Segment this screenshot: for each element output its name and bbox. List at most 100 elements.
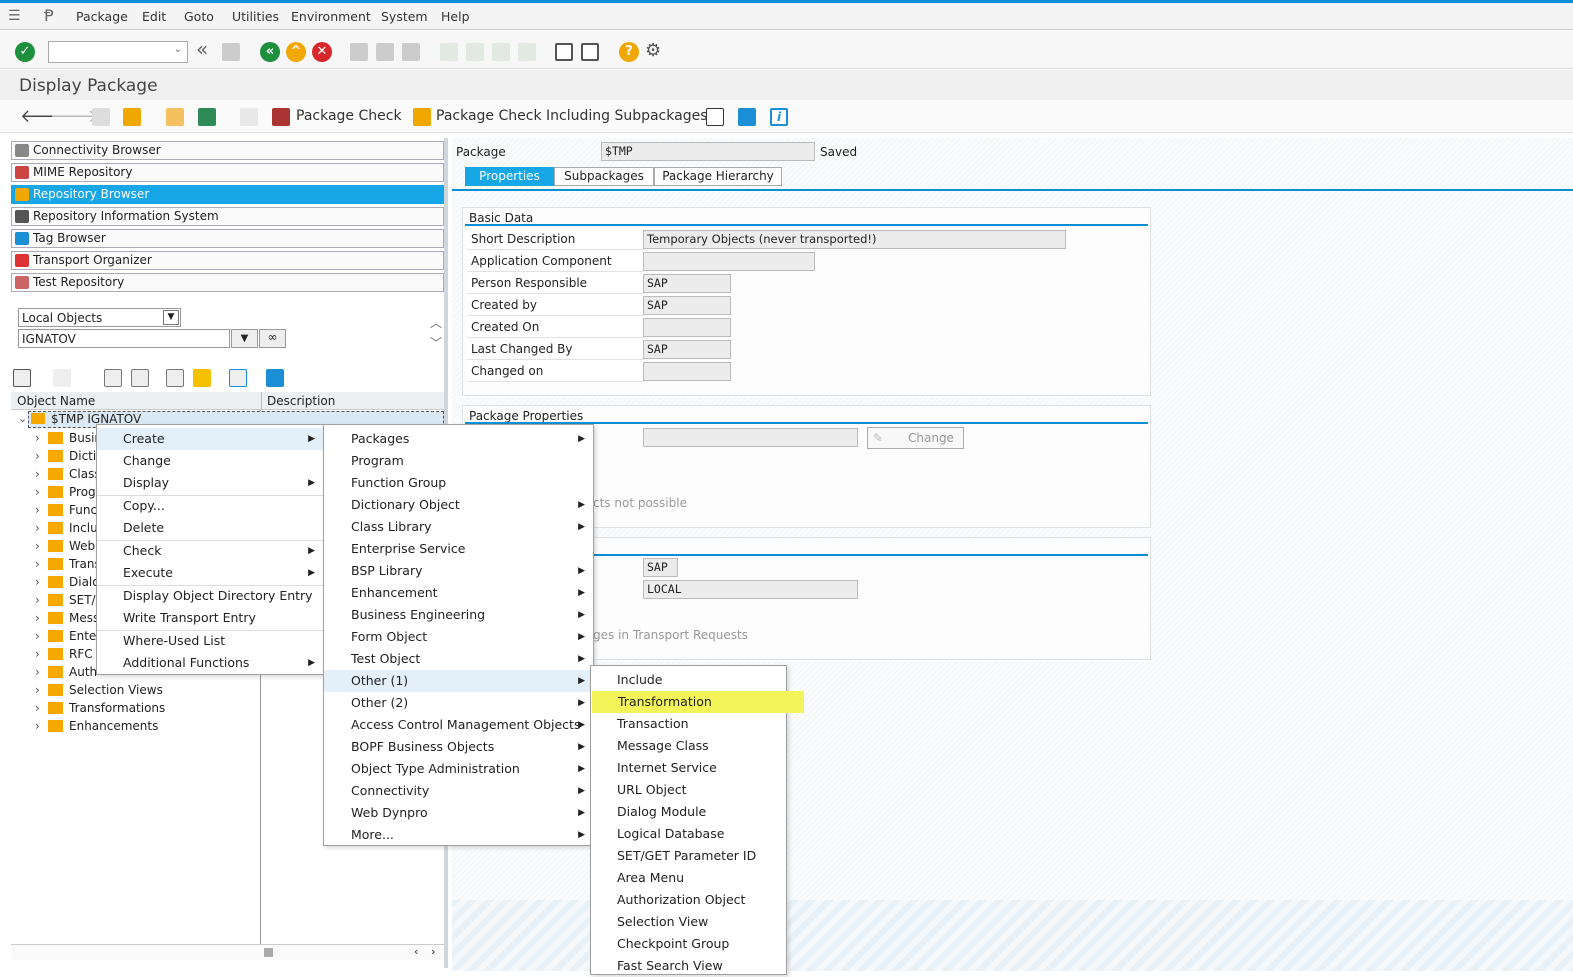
tree-node[interactable]: › Funct [35, 501, 102, 519]
menu-item-copy[interactable]: Copy... [97, 495, 323, 517]
expand-chevron-icon[interactable]: › [35, 429, 40, 447]
next-page-icon[interactable] [492, 43, 510, 61]
expand-chevron-icon[interactable]: › [35, 681, 40, 699]
settings-gear-icon[interactable]: ⚙ [645, 40, 661, 61]
menu-item-create[interactable]: Create ▶ [97, 428, 323, 450]
tree-node[interactable]: › Mess [35, 609, 99, 627]
shortcut-icon[interactable] [581, 43, 599, 61]
tree-node[interactable]: › Class [35, 465, 101, 483]
horizontal-scrollbar[interactable]: ‹ › [11, 944, 444, 960]
find-next-icon[interactable] [402, 43, 420, 61]
scroll-right-icon[interactable]: › [431, 945, 435, 958]
tree-node[interactable]: › Enhancements [35, 717, 158, 735]
scroll-down-icon[interactable]: ﹀ [430, 334, 442, 351]
menu-utilities[interactable]: Utilities [232, 9, 279, 24]
menu-item-connectivity[interactable]: Connectivity ▶ [324, 780, 593, 802]
previous-page-icon[interactable] [466, 43, 484, 61]
menu-item-include[interactable]: Include [591, 669, 786, 691]
menu-item-dictionary-object[interactable]: Dictionary Object ▶ [324, 494, 593, 516]
menu-item-transaction[interactable]: Transaction [591, 713, 786, 735]
menu-item-delete[interactable]: Delete [97, 517, 323, 539]
tab-properties[interactable]: Properties [465, 167, 554, 186]
next-object-icon[interactable] [53, 369, 71, 387]
scroll-thumb[interactable] [264, 948, 273, 957]
menu-item-internet-service[interactable]: Internet Service [591, 757, 786, 779]
expanded-chevron-icon[interactable]: ⌄ [18, 412, 27, 425]
sap-menu-icon[interactable]: Ᵽ [44, 6, 54, 25]
menu-item-web-dynpro[interactable]: Web Dynpro ▶ [324, 802, 593, 824]
menu-item-selection-view[interactable]: Selection View [591, 911, 786, 933]
last-page-icon[interactable] [518, 43, 536, 61]
column-object-name[interactable]: Object Name [17, 394, 95, 408]
nav-test-repository[interactable]: Test Repository [11, 273, 444, 292]
collapse-icon[interactable]: « [196, 37, 208, 61]
tree-node[interactable]: › SET/ [35, 591, 96, 609]
menu-item-change[interactable]: Change [97, 450, 323, 472]
exit-icon[interactable]: ^ [286, 42, 306, 62]
object-type-select[interactable]: Local Objects ▼ [18, 308, 181, 327]
tree-node[interactable]: › Trans [35, 555, 101, 573]
display-change-icon[interactable] [92, 108, 110, 126]
nav-mime-repository[interactable]: MIME Repository [11, 163, 444, 182]
expand-chevron-icon[interactable]: › [35, 609, 40, 627]
menu-item-transformation[interactable]: Transformation [592, 691, 804, 713]
menu-item-logical-database[interactable]: Logical Database [591, 823, 786, 845]
menu-item-set-get-parameter-id[interactable]: SET/GET Parameter ID [591, 845, 786, 867]
tree-node[interactable]: › Progr [35, 483, 101, 501]
expand-chevron-icon[interactable]: › [35, 645, 40, 663]
menu-environment[interactable]: Environment [291, 9, 371, 24]
menu-item-write-transport-entry[interactable]: Write Transport Entry [97, 607, 323, 629]
menu-item-check[interactable]: Check ▶ [97, 540, 323, 562]
package-check-sub-icon[interactable] [413, 108, 431, 126]
first-page-icon[interactable] [440, 43, 458, 61]
favorites-star-icon[interactable] [193, 369, 211, 387]
dropdown-icon[interactable]: ▼ [163, 310, 179, 325]
menu-package[interactable]: Package [76, 9, 128, 24]
expand-chevron-icon[interactable]: › [35, 573, 40, 591]
menu-item-function-group[interactable]: Function Group [324, 472, 593, 494]
display-glasses-icon[interactable]: ∞ [259, 329, 286, 348]
find-icon[interactable] [376, 43, 394, 61]
menu-item-packages[interactable]: Packages ▶ [324, 428, 593, 450]
new-session-icon[interactable] [555, 43, 573, 61]
menu-item-business-engineering[interactable]: Business Engineering ▶ [324, 604, 593, 626]
input-history-icon[interactable]: ▼ [231, 329, 258, 348]
expand-chevron-icon[interactable]: › [35, 501, 40, 519]
nav-connectivity-browser[interactable]: Connectivity Browser [11, 141, 444, 160]
info-icon[interactable]: i [770, 108, 788, 126]
expand-chevron-icon[interactable]: › [35, 555, 40, 573]
cancel-icon[interactable]: ✕ [312, 42, 332, 62]
layout-icon[interactable] [706, 108, 724, 126]
expand-chevron-icon[interactable]: › [35, 627, 40, 645]
tree-node[interactable]: › Web [35, 537, 95, 555]
tree-node[interactable]: › Dictio [35, 447, 104, 465]
menu-system[interactable]: System [381, 9, 428, 24]
where-used-icon[interactable] [166, 108, 184, 126]
menu-item-where-used-list[interactable]: Where-Used List [97, 630, 323, 652]
expand-chevron-icon[interactable]: › [35, 465, 40, 483]
expand-chevron-icon[interactable]: › [35, 717, 40, 735]
expand-chevron-icon[interactable]: › [35, 699, 40, 717]
package-check-icon[interactable] [272, 108, 290, 126]
menu-item-bopf-business-objects[interactable]: BOPF Business Objects ▶ [324, 736, 593, 758]
menu-item-dialog-module[interactable]: Dialog Module [591, 801, 786, 823]
menu-item-access-control-management-objects[interactable]: Access Control Management Objects ▶ [324, 714, 593, 736]
package-icon[interactable] [240, 108, 258, 126]
tree-node[interactable]: › Selection Views [35, 681, 163, 699]
help-icon[interactable]: ? [619, 42, 639, 62]
menu-item-message-class[interactable]: Message Class [591, 735, 786, 757]
chevron-down-icon[interactable]: ⌄ [174, 44, 182, 55]
menu-item-other-1[interactable]: Other (1) ▶ [324, 670, 593, 692]
nav-transport-organizer[interactable]: Transport Organizer [11, 251, 444, 270]
nav-repository-browser[interactable]: Repository Browser [11, 185, 444, 204]
back-icon[interactable]: « [260, 42, 280, 62]
expand-chevron-icon[interactable]: › [35, 447, 40, 465]
hierarchy-icon[interactable] [198, 108, 216, 126]
other-object-icon[interactable] [123, 108, 141, 126]
column-description[interactable]: Description [267, 394, 335, 408]
expand-chevron-icon[interactable]: › [35, 519, 40, 537]
tree-node[interactable]: › Inclu [35, 519, 98, 537]
package-check-button[interactable]: Package Check [296, 108, 402, 124]
expand-all-icon[interactable] [104, 369, 122, 387]
print-icon[interactable] [350, 43, 368, 61]
